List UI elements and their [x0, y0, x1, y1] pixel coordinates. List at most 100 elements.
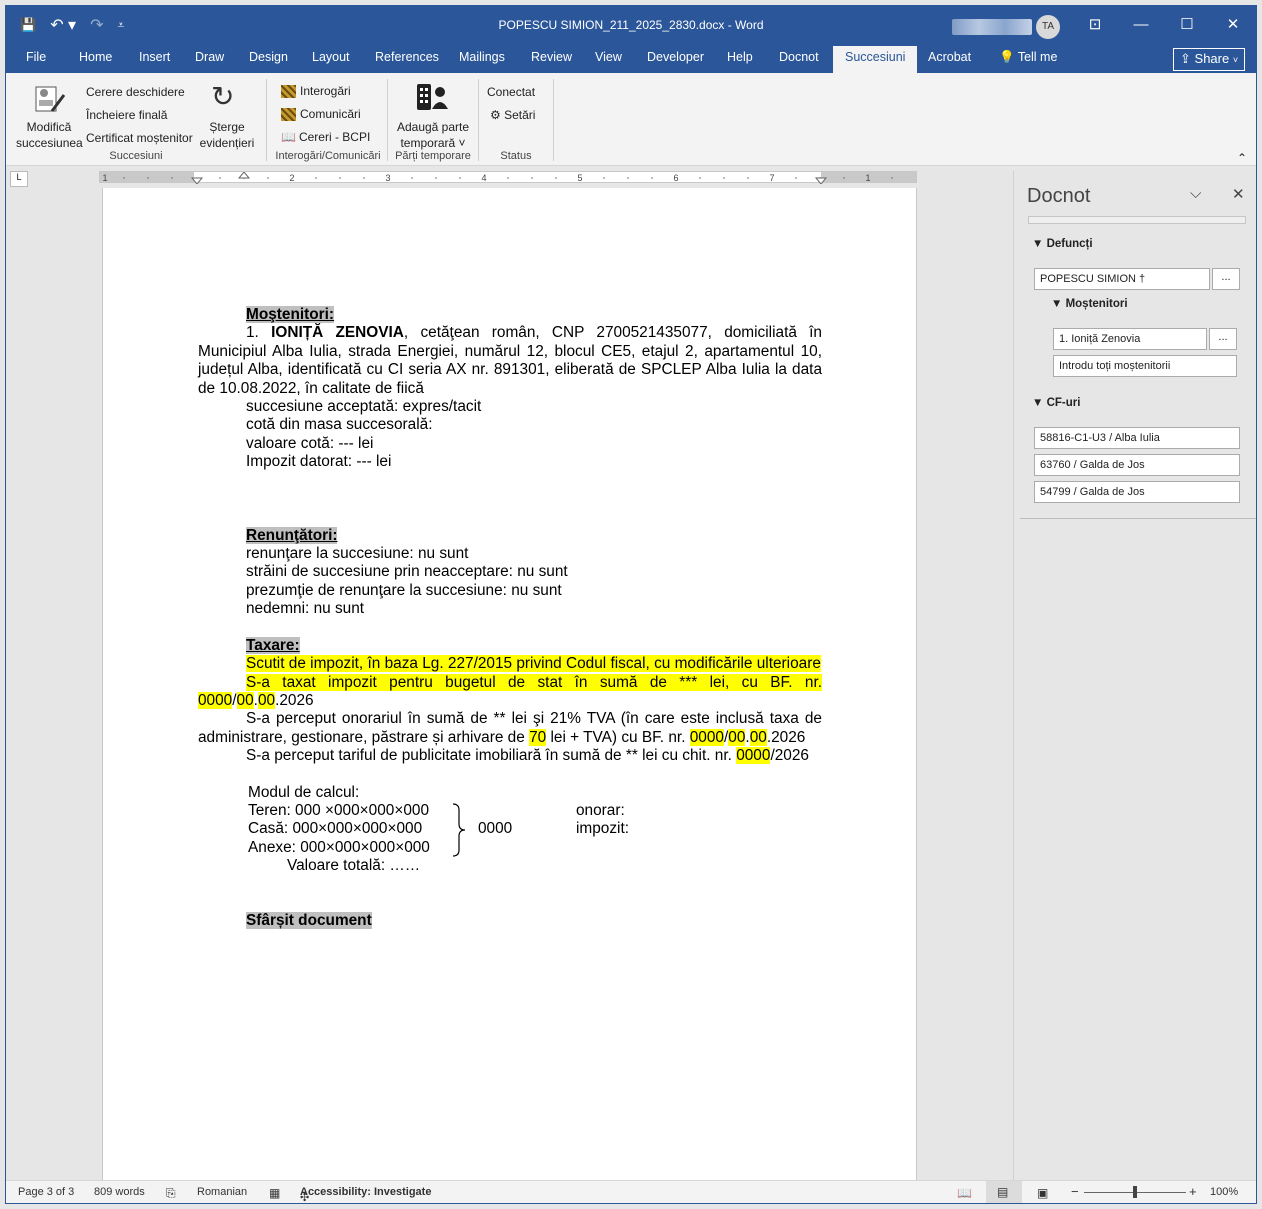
- ruler-number: 4: [481, 173, 486, 183]
- defunct-more-button[interactable]: ...: [1212, 268, 1240, 290]
- heading-taxare: Taxare:: [246, 636, 300, 654]
- docnot-pane: Docnot ⌵ ✕ ▼ Defuncți POPESCU SIMION † .…: [1013, 171, 1256, 1181]
- cf-item[interactable]: 54799 / Galda de Jos: [1034, 481, 1240, 503]
- web-layout-icon[interactable]: ▣: [1037, 1186, 1048, 1200]
- document-body[interactable]: Moştenitori: 1. IONIȚĂ ZENOVIA, cetăţean…: [198, 306, 822, 930]
- read-mode-icon[interactable]: 📖: [957, 1186, 972, 1200]
- modifica-succesiunea-button[interactable]: [24, 81, 74, 115]
- tab-review[interactable]: Review: [531, 50, 572, 64]
- print-layout-button[interactable]: ▤: [986, 1181, 1022, 1203]
- user-name-blurred: [952, 19, 1032, 35]
- minimize-button[interactable]: —: [1118, 6, 1164, 46]
- ribbon-display-options-icon[interactable]: ⊡: [1072, 6, 1118, 46]
- proofing-icon[interactable]: ⎘: [166, 1186, 176, 1201]
- tab-draw[interactable]: Draw: [195, 50, 224, 64]
- tab-design[interactable]: Design: [249, 50, 288, 64]
- renuntare-line: renunţare la succesiune: nu sunt: [246, 545, 469, 563]
- chevron-down-icon[interactable]: ⌵: [1190, 185, 1201, 202]
- grid-icon: [281, 108, 296, 122]
- tab-docnot[interactable]: Docnot: [779, 50, 819, 64]
- avatar[interactable]: TA: [1036, 15, 1060, 39]
- tab-selector[interactable]: L: [10, 171, 28, 187]
- document-page[interactable]: Moştenitori: 1. IONIȚĂ ZENOVIA, cetăţean…: [102, 188, 917, 1188]
- accessibility-icon: ✣: [300, 1192, 310, 1204]
- setari-button[interactable]: ⚙ Setări: [490, 108, 535, 122]
- close-button[interactable]: ✕: [1210, 6, 1256, 46]
- pane-title: Docnot: [1027, 185, 1091, 207]
- adauga-parte-temporara-button[interactable]: Adaugă parte temporară ˅: [394, 119, 472, 151]
- ruler-number: 3: [385, 173, 390, 183]
- section-cf-uri[interactable]: ▼ CF-uri: [1032, 397, 1080, 409]
- tab-mailings[interactable]: Mailings: [459, 50, 505, 64]
- tell-me-search[interactable]: 💡 Tell me: [999, 50, 1057, 65]
- language[interactable]: Romanian: [197, 1186, 247, 1198]
- word-count[interactable]: 809 words: [94, 1186, 145, 1198]
- introdu-toti-button[interactable]: Introdu toți moștenitorii: [1053, 355, 1237, 377]
- accessibility-status[interactable]: ✣ Accessibility: Investigate: [300, 1186, 431, 1203]
- onorariu-text: 00: [728, 728, 746, 746]
- tab-home[interactable]: Home: [79, 50, 112, 64]
- interogari-button[interactable]: Interogări: [281, 84, 351, 99]
- tab-insert[interactable]: Insert: [139, 50, 170, 64]
- calculation-block: Modul de calcul: Teren: 000 ×000×000×000…: [246, 784, 822, 876]
- tab-references[interactable]: References: [375, 50, 439, 64]
- onorariu-paragraph: S-a perceput onorariul în sumă de ** lei…: [198, 710, 822, 747]
- suma-total: 0000: [478, 819, 513, 837]
- tab-file[interactable]: File: [26, 50, 46, 64]
- nedemni-line: nedemni: nu sunt: [246, 600, 365, 618]
- close-icon[interactable]: ✕: [1232, 185, 1245, 203]
- window-controls: ⊡ — ☐ ✕: [1072, 6, 1256, 46]
- heir-field[interactable]: 1. Ioniță Zenovia: [1053, 328, 1207, 350]
- tab-help[interactable]: Help: [727, 50, 753, 64]
- pane-progress-bar: [1028, 216, 1246, 224]
- maximize-button[interactable]: ☐: [1164, 6, 1210, 46]
- comunicari-button[interactable]: Comunicări: [281, 107, 361, 122]
- heir-more-button[interactable]: ...: [1209, 328, 1237, 350]
- book-icon: 📖: [281, 130, 296, 144]
- sterge-evidentieri-button[interactable]: Șterge evidențieri: [198, 119, 256, 151]
- cota-masa: cotă din masa succesorală:: [246, 416, 433, 434]
- zoom-slider-thumb[interactable]: [1133, 1186, 1137, 1198]
- lightbulb-icon: 💡: [999, 50, 1015, 64]
- tab-developer[interactable]: Developer: [647, 50, 704, 64]
- anexe-line: Anexe: 000×000×000×000: [248, 838, 430, 856]
- add-person-icon[interactable]: [414, 81, 450, 118]
- adauga-line2: temporară ˅: [400, 136, 466, 150]
- tab-acrobat[interactable]: Acrobat: [928, 50, 971, 64]
- tarif-text: 0000: [736, 747, 771, 765]
- section-mostenitori[interactable]: ▼ Moștenitori: [1051, 298, 1128, 310]
- tab-succesiuni[interactable]: Succesiuni: [833, 46, 918, 73]
- track-changes-icon[interactable]: ▦: [269, 1186, 280, 1200]
- cerere-deschidere-button[interactable]: Cerere deschidere: [86, 85, 185, 99]
- horizontal-ruler[interactable]: 1 2 3 4 5 6 7 1: [99, 171, 917, 184]
- section-defuncti[interactable]: ▼ Defuncți: [1032, 238, 1093, 250]
- certificat-mostenitor-button[interactable]: Certificat moștenitor: [86, 131, 193, 145]
- cf-item[interactable]: 63760 / Galda de Jos: [1034, 454, 1240, 476]
- share-label: Share: [1194, 51, 1230, 66]
- defunct-field[interactable]: POPESCU SIMION †: [1034, 268, 1210, 290]
- sfarsit-document: Sfârșit document: [246, 911, 372, 929]
- word-window: 💾 ↶ ▾ ↷ ⩡ POPESCU SIMION_211_2025_2830.d…: [5, 5, 1257, 1204]
- taxat-text: /: [232, 691, 237, 709]
- collapse-ribbon-icon[interactable]: ⌃: [1237, 151, 1247, 165]
- tab-view[interactable]: View: [595, 50, 622, 64]
- scutit-paragraph: Scutit de impozit, în baza Lg. 227/2015 …: [246, 655, 821, 673]
- taxat-text: .2026: [275, 691, 314, 709]
- share-button[interactable]: ⇪ Share ˅: [1173, 48, 1245, 71]
- tab-layout[interactable]: Layout: [312, 50, 350, 64]
- modul-calcul: Modul de calcul:: [248, 783, 360, 801]
- refresh-icon[interactable]: ↻: [211, 83, 234, 111]
- tarif-text: /2026: [770, 747, 809, 765]
- taxat-text: 00: [257, 691, 276, 709]
- cereri-bcpi-button[interactable]: 📖 Cereri - BCPI: [281, 130, 370, 144]
- sterge-line2: evidențieri: [199, 136, 255, 150]
- teren-line: Teren: 000 ×000×000×000: [248, 801, 430, 819]
- group-label-status: Status: [500, 150, 532, 162]
- zoom-level[interactable]: 100%: [1210, 1186, 1238, 1198]
- incheiere-finala-button[interactable]: Încheiere finală: [86, 108, 167, 122]
- conectat-status: Conectat: [487, 85, 536, 99]
- page-count[interactable]: Page 3 of 3: [18, 1186, 74, 1198]
- zoom-in-button[interactable]: +: [1189, 1184, 1197, 1199]
- cf-item[interactable]: 58816-C1-U3 / Alba Iulia: [1034, 427, 1240, 449]
- zoom-out-button[interactable]: −: [1071, 1184, 1079, 1199]
